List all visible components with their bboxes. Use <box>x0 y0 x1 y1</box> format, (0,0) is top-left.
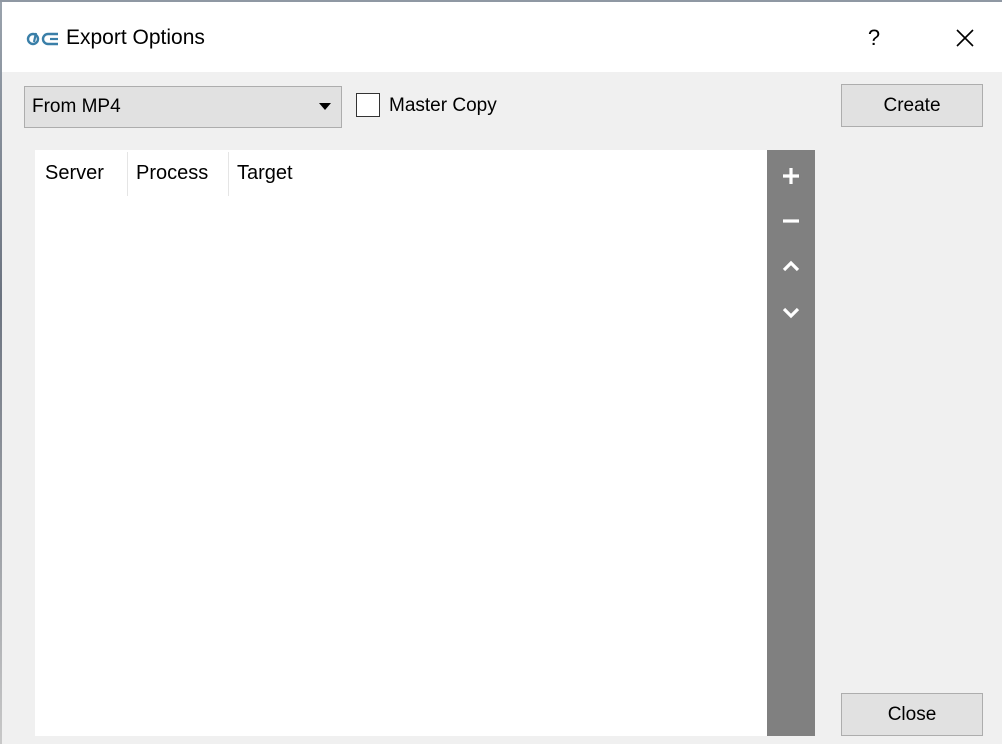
source-dropdown[interactable]: From MP4 <box>24 86 342 128</box>
window-edge-top <box>0 0 1002 2</box>
app-logo-icon <box>26 32 58 46</box>
chevron-down-icon[interactable] <box>775 296 807 328</box>
title-bar: Export Options ? <box>0 0 1002 72</box>
minus-icon[interactable] <box>775 205 807 237</box>
master-copy-label[interactable]: Master Copy <box>389 94 497 118</box>
dropdown-arrow-icon <box>319 103 331 110</box>
export-options-dialog: Export Options ? From MP4 Master Copy Cr… <box>0 0 1002 744</box>
row-action-bar <box>767 150 815 736</box>
column-header-server[interactable]: Server <box>45 160 127 196</box>
table-header: Server Process Target <box>35 150 767 198</box>
export-table[interactable]: Server Process Target <box>35 150 767 736</box>
column-divider[interactable] <box>127 152 128 196</box>
plus-icon[interactable] <box>775 160 807 192</box>
master-copy-checkbox[interactable] <box>356 93 380 117</box>
column-divider[interactable] <box>228 152 229 196</box>
window-title: Export Options <box>66 26 205 49</box>
close-window-icon[interactable] <box>940 18 990 58</box>
source-dropdown-value: From MP4 <box>32 96 121 117</box>
chevron-up-icon[interactable] <box>775 250 807 282</box>
help-button[interactable]: ? <box>852 18 896 58</box>
close-button[interactable]: Close <box>841 693 983 736</box>
column-header-target[interactable]: Target <box>237 160 437 196</box>
column-header-process[interactable]: Process <box>136 160 228 196</box>
create-button[interactable]: Create <box>841 84 983 127</box>
window-edge-left <box>0 0 2 744</box>
